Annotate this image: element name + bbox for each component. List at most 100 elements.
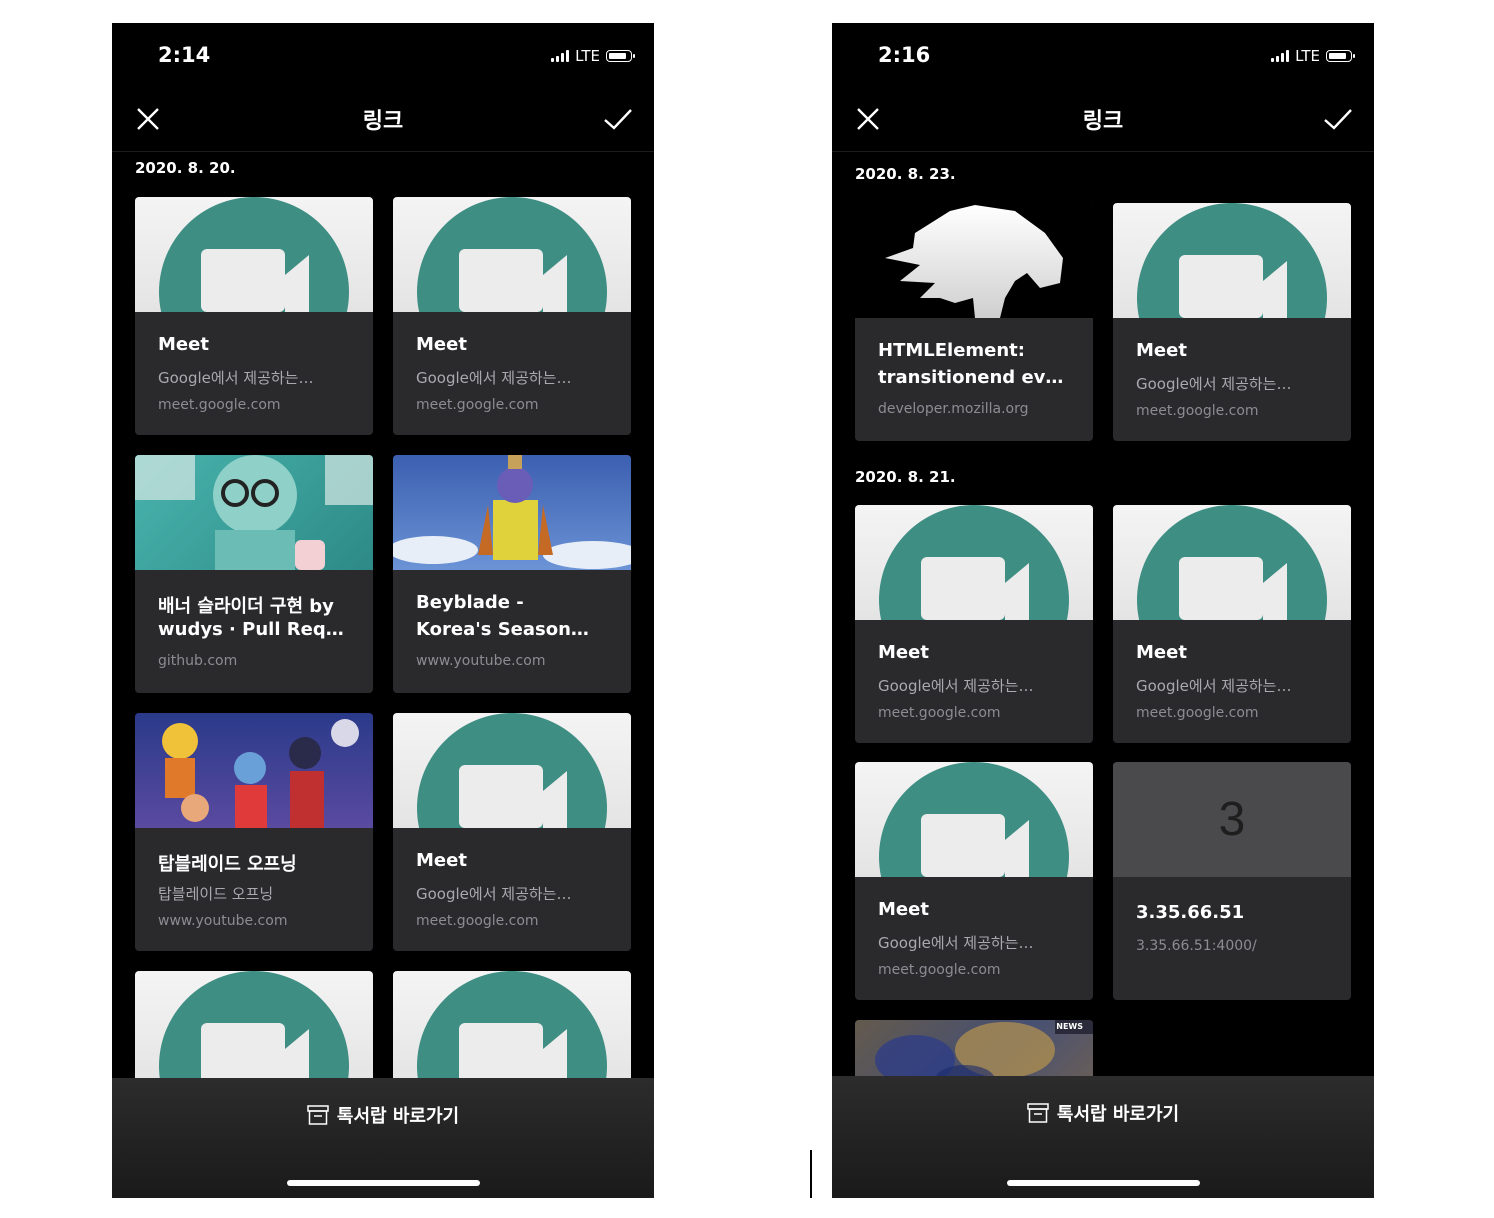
date-section-header: 2020. 8. 21. xyxy=(855,468,956,486)
card-domain: 3.35.66.51:4000/ xyxy=(1136,938,1257,954)
phone-screen-left: 2:14 LTE 링크 2020. 8. 20. Meet Google에서 제… xyxy=(112,23,654,1198)
character-illustration xyxy=(135,455,373,570)
card-domain: www.youtube.com xyxy=(158,913,288,929)
google-meet-icon xyxy=(1137,505,1327,620)
card-domain: github.com xyxy=(158,653,238,669)
card-description: 탑블레이드 오프닝 xyxy=(158,885,274,903)
mdn-dinosaur-logo xyxy=(885,205,1063,318)
talk-drawer-shortcut-label: 톡서랍 바로가기 xyxy=(1056,1104,1180,1125)
meet-thumbnail xyxy=(135,971,373,1086)
card-description: Google에서 제공하는… xyxy=(416,369,572,387)
link-card[interactable]: Meet Google에서 제공하는… meet.google.com xyxy=(393,713,631,951)
card-title: Meet xyxy=(158,334,209,355)
thumbnail-number: 3 xyxy=(1218,793,1246,846)
meet-thumbnail xyxy=(393,971,631,1086)
card-domain: meet.google.com xyxy=(1136,403,1259,419)
date-section-header: 2020. 8. 23. xyxy=(855,165,956,183)
signal-icon xyxy=(1271,50,1290,62)
card-domain: developer.mozilla.org xyxy=(878,401,1029,417)
anime-thumbnail xyxy=(135,713,373,828)
card-title: 탑블레이드 오프닝 xyxy=(158,854,297,875)
check-icon[interactable] xyxy=(1322,105,1354,133)
card-title: Meet xyxy=(416,334,467,355)
meet-thumbnail xyxy=(1113,203,1351,318)
phone-screen-right: 2:16 LTE 링크 2020. 8. 23. HTMLElement: tr… xyxy=(832,23,1374,1198)
google-meet-icon xyxy=(417,197,607,312)
card-description: Google에서 제공하는… xyxy=(1136,677,1292,695)
talk-drawer-shortcut-button[interactable]: 톡서랍 바로가기 xyxy=(112,1102,654,1128)
card-title: 배너 슬라이더 구현 by xyxy=(158,596,334,617)
mdn-thumbnail xyxy=(855,203,1093,318)
card-title: Meet xyxy=(1136,340,1187,361)
link-card[interactable]: Meet Google에서 제공하는… meet.google.com xyxy=(855,762,1093,1000)
card-title: Meet xyxy=(1136,642,1187,663)
card-domain: meet.google.com xyxy=(416,913,539,929)
network-label: LTE xyxy=(575,47,600,65)
status-indicators: LTE xyxy=(1271,47,1355,65)
status-indicators: LTE xyxy=(551,47,635,65)
drawer-icon xyxy=(1027,1103,1049,1123)
check-icon[interactable] xyxy=(602,105,634,133)
card-description: Google에서 제공하는… xyxy=(1136,375,1292,393)
divider-line xyxy=(810,1150,812,1198)
google-meet-icon xyxy=(159,197,349,312)
bottom-bar: 톡서랍 바로가기 xyxy=(832,1076,1374,1198)
link-card[interactable]: Meet Google에서 제공하는… meet.google.com xyxy=(855,505,1093,743)
card-title: Beyblade - xyxy=(416,592,524,613)
google-meet-icon xyxy=(879,762,1069,877)
meet-thumbnail xyxy=(393,197,631,312)
link-card[interactable]: Meet Google에서 제공하는… meet.google.com xyxy=(1113,203,1351,441)
beyblade-thumbnail xyxy=(393,455,631,570)
card-title: Meet xyxy=(416,850,467,871)
meet-thumbnail xyxy=(135,197,373,312)
link-card[interactable]: Meet Google에서 제공하는… meet.google.com xyxy=(135,197,373,435)
battery-icon xyxy=(1326,50,1355,62)
link-card[interactable]: Meet Google에서 제공하는… meet.google.com xyxy=(393,197,631,435)
anime-characters-illustration xyxy=(162,719,359,828)
meet-thumbnail xyxy=(855,505,1093,620)
google-meet-icon xyxy=(417,971,607,1086)
google-meet-icon xyxy=(879,505,1069,620)
card-domain: meet.google.com xyxy=(878,705,1001,721)
card-domain: www.youtube.com xyxy=(416,653,546,669)
meet-thumbnail xyxy=(1113,505,1351,620)
link-card[interactable]: HTMLElement: transitionend ev… developer… xyxy=(855,203,1093,441)
link-card[interactable]: Meet Google에서 제공하는… meet.google.com xyxy=(1113,505,1351,743)
bottom-bar: 톡서랍 바로가기 xyxy=(112,1078,654,1198)
signal-icon xyxy=(551,50,570,62)
card-title-line2: Korea's Season… xyxy=(416,619,589,640)
anime-illustration xyxy=(393,455,631,569)
number-thumbnail: 3 xyxy=(1113,762,1351,877)
talk-drawer-shortcut-button[interactable]: 톡서랍 바로가기 xyxy=(832,1100,1374,1126)
page-title: 링크 xyxy=(1082,109,1124,134)
meet-thumbnail xyxy=(393,713,631,828)
card-title: 3.35.66.51 xyxy=(1136,902,1245,923)
card-title-line2: transitionend ev… xyxy=(878,367,1064,388)
link-card[interactable]: 3 3.35.66.51 3.35.66.51:4000/ xyxy=(1113,762,1351,1000)
google-meet-icon xyxy=(1137,203,1327,318)
google-meet-icon xyxy=(159,971,349,1086)
news-badge: NEWS xyxy=(1056,1022,1083,1031)
link-card[interactable]: 탑블레이드 오프닝 탑블레이드 오프닝 www.youtube.com xyxy=(135,713,373,951)
card-title: HTMLElement: xyxy=(878,340,1025,361)
card-domain: meet.google.com xyxy=(158,397,281,413)
baemin-thumbnail xyxy=(135,455,373,570)
card-description: Google에서 제공하는… xyxy=(416,885,572,903)
status-time: 2:14 xyxy=(158,43,211,67)
date-section-header: 2020. 8. 20. xyxy=(135,159,236,177)
card-title: Meet xyxy=(878,642,929,663)
card-domain: meet.google.com xyxy=(416,397,539,413)
network-label: LTE xyxy=(1295,47,1320,65)
status-time: 2:16 xyxy=(878,43,931,67)
home-indicator xyxy=(287,1180,480,1186)
talk-drawer-shortcut-label: 톡서랍 바로가기 xyxy=(336,1106,460,1127)
link-card[interactable]: Beyblade - Korea's Season… www.youtube.c… xyxy=(393,455,631,693)
google-meet-icon xyxy=(417,713,607,828)
link-card[interactable]: 배너 슬라이더 구현 by wudys · Pull Req… github.c… xyxy=(135,455,373,693)
top-navigation-bar: 링크 xyxy=(112,87,654,152)
home-indicator xyxy=(1007,1180,1200,1186)
battery-icon xyxy=(606,50,635,62)
top-navigation-bar: 링크 xyxy=(832,87,1374,152)
card-description: Google에서 제공하는… xyxy=(878,934,1034,952)
drawer-icon xyxy=(307,1105,329,1125)
